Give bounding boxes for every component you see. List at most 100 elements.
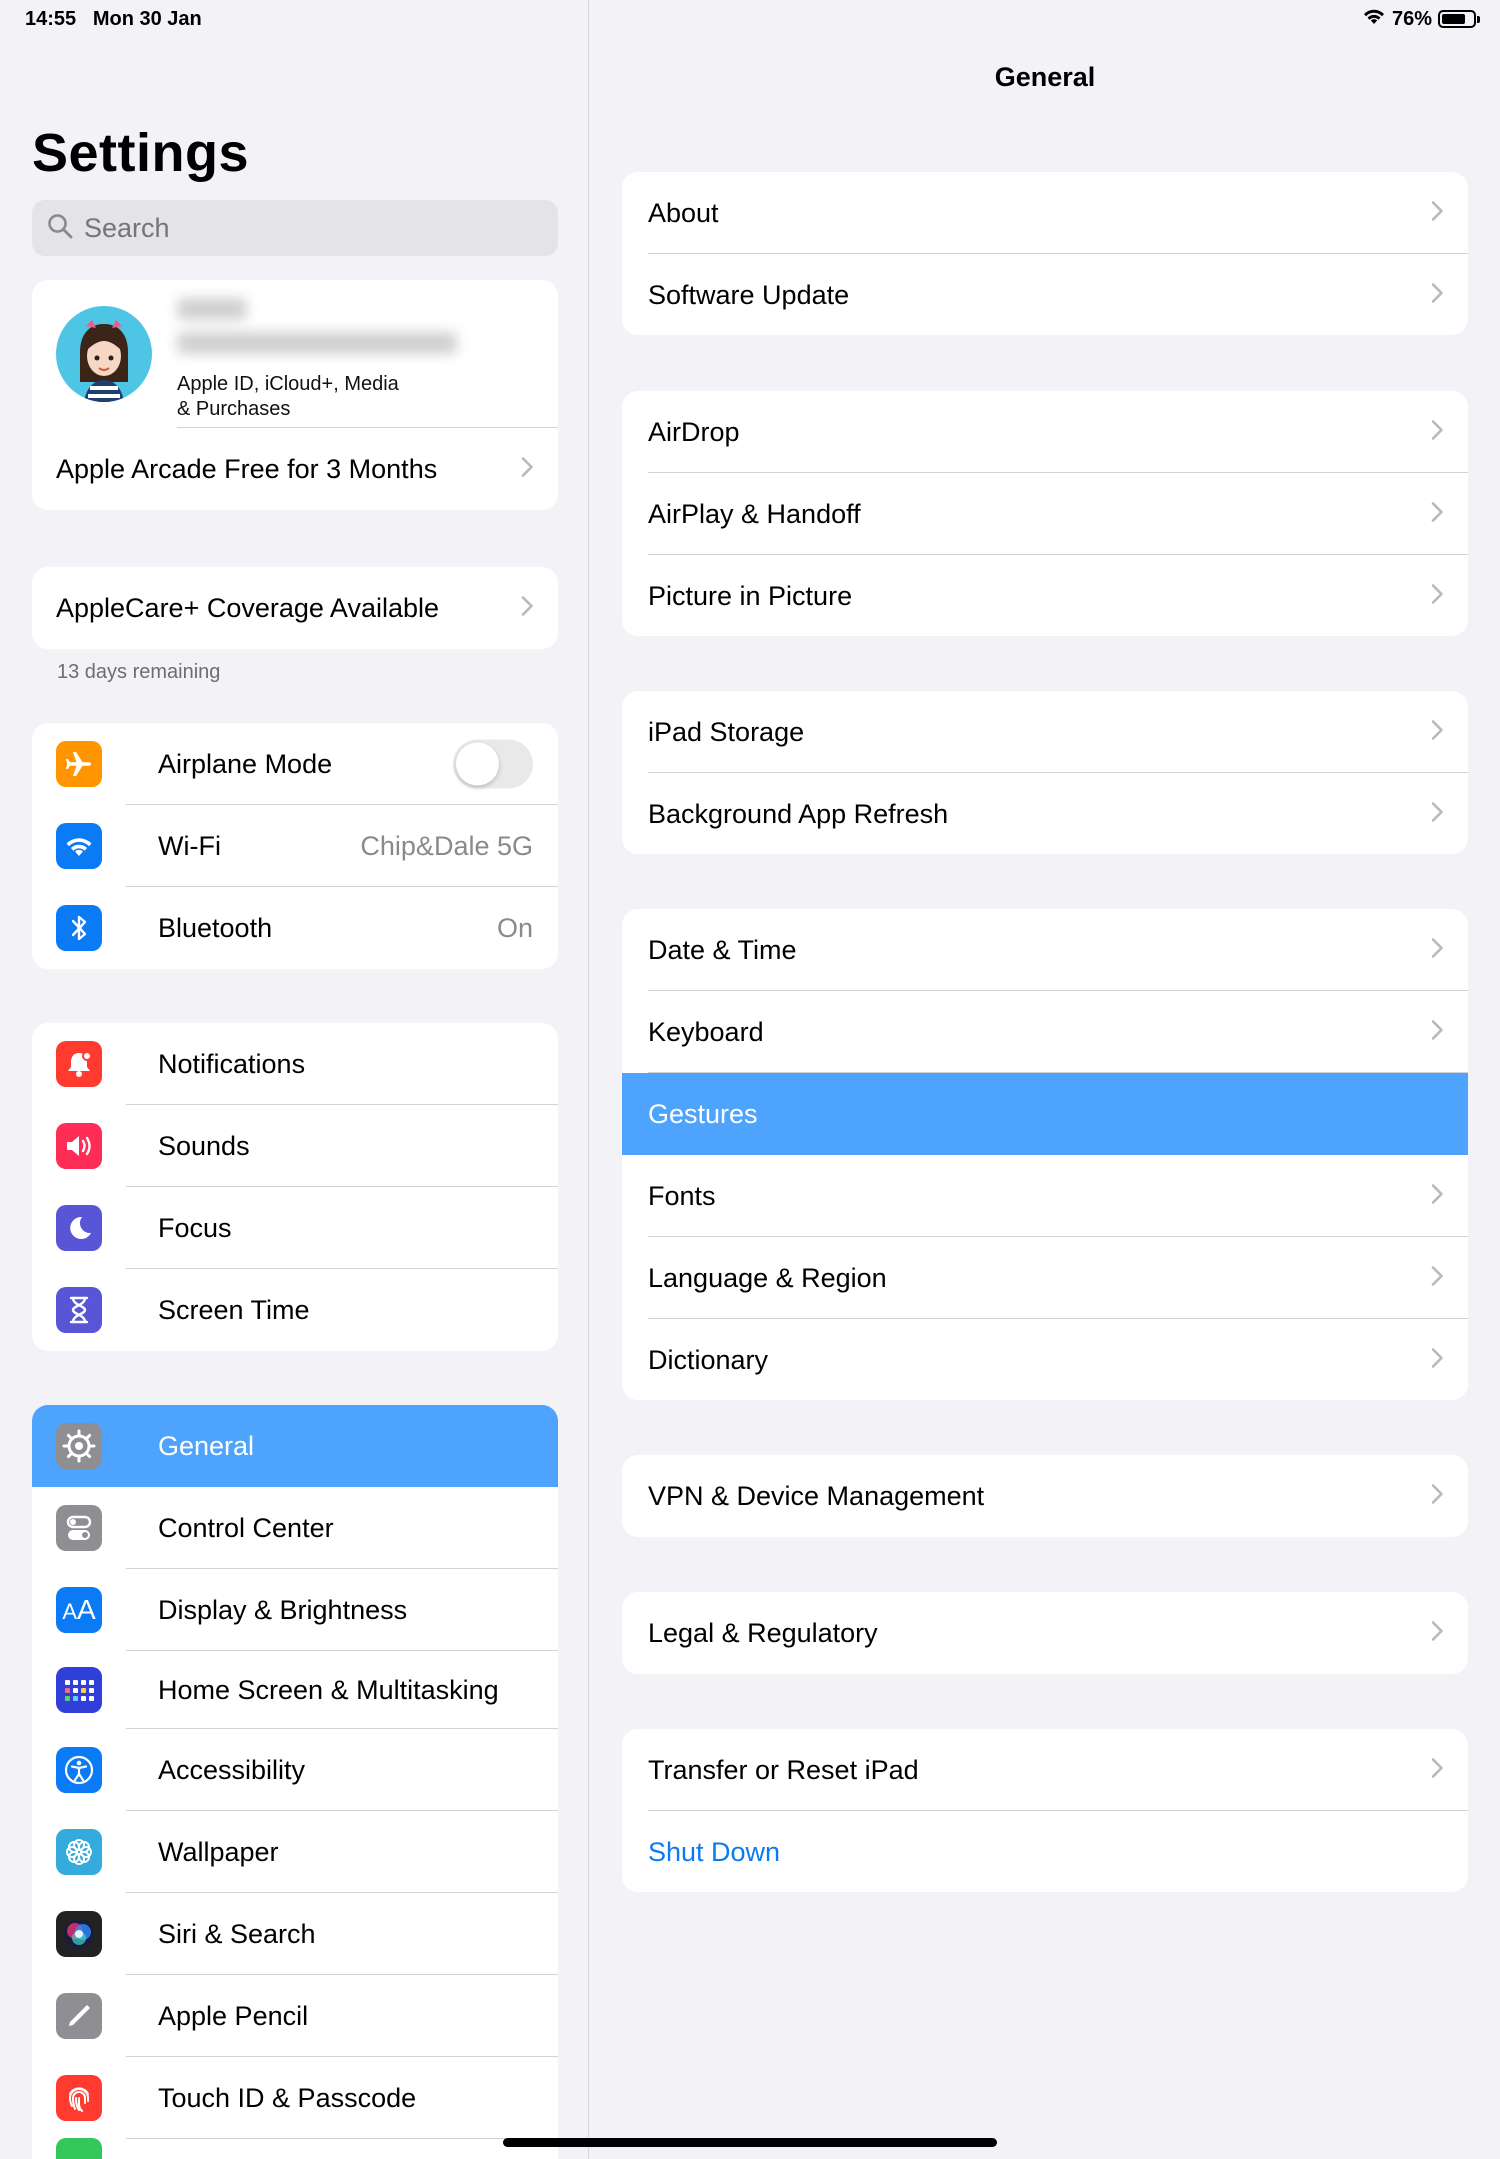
detail-item-dictionary[interactable]: Dictionary xyxy=(622,1319,1468,1400)
detail-item-background-app-refresh[interactable]: Background App Refresh xyxy=(622,773,1468,854)
airplane-mode-toggle[interactable] xyxy=(453,739,533,789)
sidebar-item-notifications[interactable]: Notifications xyxy=(32,1023,558,1105)
detail-item-label: AirPlay & Handoff xyxy=(648,498,861,529)
chevron-right-icon xyxy=(521,454,534,485)
sidebar-item-label: Sounds xyxy=(158,1130,250,1161)
detail-item-picture-in-picture[interactable]: Picture in Picture xyxy=(622,555,1468,636)
sidebar-item-label: Control Center xyxy=(158,1512,334,1543)
nav-title: General xyxy=(994,62,1096,92)
sidebar-item-label: Screen Time xyxy=(158,1294,310,1325)
clock: 14:55 xyxy=(25,8,77,30)
detail-item-airplay-handoff[interactable]: AirPlay & Handoff xyxy=(622,473,1468,555)
detail-item-airdrop[interactable]: AirDrop xyxy=(622,391,1468,473)
sidebar-item-wallpaper[interactable]: Wallpaper xyxy=(32,1811,558,1893)
sidebar-item-label: Display & Brightness xyxy=(158,1594,408,1625)
sidebar-item-label: Home Screen & Multitasking xyxy=(158,1674,499,1705)
partial-row-icon xyxy=(56,2138,102,2159)
sidebar-item-sounds[interactable]: Sounds xyxy=(32,1105,558,1187)
applecare-caption: 13 days remaining xyxy=(57,661,221,683)
search-bar[interactable] xyxy=(32,200,558,256)
gear-icon xyxy=(56,1423,102,1469)
connectivity-group: Airplane Mode Wi-Fi Chip&Dale 5G Bluetoo… xyxy=(32,723,558,969)
detail-item-legal-regulatory[interactable]: Legal & Regulatory xyxy=(622,1592,1468,1674)
bell-icon xyxy=(56,1041,102,1087)
detail-item-keyboard[interactable]: Keyboard xyxy=(622,991,1468,1073)
sidebar-item-label: Bluetooth xyxy=(158,912,273,943)
sidebar-item-screen-time[interactable]: Screen Time xyxy=(32,1269,558,1351)
shut-down-button[interactable]: Shut Down xyxy=(622,1811,1468,1892)
search-input[interactable] xyxy=(84,212,524,244)
status-right: 76% xyxy=(1362,7,1480,31)
battery-percent: 76% xyxy=(1391,7,1432,30)
settings-sidebar: Settings Apple ID, xyxy=(0,0,589,2159)
sidebar-item-label: Wallpaper xyxy=(158,1836,279,1867)
detail-item-vpn-device-management[interactable]: VPN & Device Management xyxy=(622,1455,1468,1537)
sidebar-item-accessibility[interactable]: Accessibility xyxy=(32,1729,558,1811)
detail-group-reset: Transfer or Reset iPad Shut Down xyxy=(622,1729,1468,1892)
sidebar-item-focus[interactable]: Focus xyxy=(32,1187,558,1269)
detail-item-label: Dictionary xyxy=(648,1344,769,1375)
chevron-right-icon xyxy=(1431,1263,1444,1294)
sidebar-item-wifi[interactable]: Wi-Fi Chip&Dale 5G xyxy=(32,805,558,887)
sidebar-item-label: Notifications xyxy=(158,1048,306,1079)
detail-group-sharing: AirDrop AirPlay & Handoff Picture in Pic… xyxy=(622,391,1468,636)
airplane-icon xyxy=(56,741,102,787)
apple-id-subtitle-line1: Apple ID, iCloud+, Media xyxy=(177,373,399,395)
sidebar-item-siri-search[interactable]: Siri & Search xyxy=(32,1893,558,1975)
grid-icon xyxy=(56,1667,102,1713)
detail-item-gestures[interactable]: Gestures xyxy=(622,1073,1468,1155)
sidebar-item-apple-pencil[interactable]: Apple Pencil xyxy=(32,1975,558,2057)
applecare-row[interactable]: AppleCare+ Coverage Available xyxy=(32,567,558,649)
chevron-right-icon xyxy=(1431,1618,1444,1649)
detail-item-language-region[interactable]: Language & Region xyxy=(622,1237,1468,1319)
battery-icon xyxy=(1438,10,1480,28)
search-icon xyxy=(46,212,74,245)
chevron-right-icon xyxy=(1431,1017,1444,1048)
detail-group-storage: iPad Storage Background App Refresh xyxy=(622,691,1468,854)
apple-arcade-offer[interactable]: Apple Arcade Free for 3 Months xyxy=(32,428,558,510)
sidebar-item-airplane-mode[interactable]: Airplane Mode xyxy=(32,723,558,805)
chevron-right-icon xyxy=(1431,799,1444,830)
apple-id-card: Apple ID, iCloud+, Media & Purchases App… xyxy=(32,280,558,510)
sidebar-item-general[interactable]: General xyxy=(32,1405,558,1487)
sidebar-item-label: Airplane Mode xyxy=(158,748,333,779)
apple-id-name-redacted xyxy=(177,298,467,368)
sidebar-item-bluetooth[interactable]: Bluetooth On xyxy=(32,887,558,969)
battery-level xyxy=(1442,14,1465,24)
chevron-right-icon xyxy=(1431,280,1444,311)
detail-item-label: About xyxy=(648,197,719,228)
general-detail-pane: General About Software Update AirDrop Ai… xyxy=(590,0,1500,2159)
chevron-right-icon xyxy=(1431,581,1444,612)
pencil-icon xyxy=(56,1993,102,2039)
detail-item-label: Picture in Picture xyxy=(648,580,853,611)
detail-item-date-time[interactable]: Date & Time xyxy=(622,909,1468,991)
wifi-signal-icon xyxy=(1362,7,1386,31)
sidebar-item-label: Apple Pencil xyxy=(158,2000,309,2031)
detail-item-label: Keyboard xyxy=(648,1016,764,1047)
date: Mon 30 Jan xyxy=(92,8,202,30)
sidebar-item-display-brightness[interactable]: AA Display & Brightness xyxy=(32,1569,558,1651)
chevron-right-icon xyxy=(521,593,534,624)
flower-icon xyxy=(56,1829,102,1875)
apple-id-subtitle-line2: & Purchases xyxy=(177,398,291,420)
chevron-right-icon xyxy=(1431,417,1444,448)
detail-item-software-update[interactable]: Software Update xyxy=(622,254,1468,335)
sidebar-item-control-center[interactable]: Control Center xyxy=(32,1487,558,1569)
detail-item-label: iPad Storage xyxy=(648,716,805,747)
wifi-network-value: Chip&Dale 5G xyxy=(360,830,533,861)
home-indicator[interactable] xyxy=(503,2138,997,2147)
detail-item-transfer-reset[interactable]: Transfer or Reset iPad xyxy=(622,1729,1468,1811)
detail-item-label: Transfer or Reset iPad xyxy=(648,1754,919,1785)
apple-id-subtitle: Apple ID, iCloud+, Media & Purchases xyxy=(177,372,399,422)
fingerprint-icon xyxy=(56,2075,102,2121)
chevron-right-icon xyxy=(1431,198,1444,229)
apple-id-row[interactable]: Apple ID, iCloud+, Media & Purchases xyxy=(32,280,558,428)
speaker-icon xyxy=(56,1123,102,1169)
detail-item-fonts[interactable]: Fonts xyxy=(622,1155,1468,1237)
detail-item-ipad-storage[interactable]: iPad Storage xyxy=(622,691,1468,773)
sidebar-item-touch-id[interactable]: Touch ID & Passcode xyxy=(32,2057,558,2139)
bluetooth-icon xyxy=(56,905,102,951)
detail-item-label: Date & Time xyxy=(648,934,797,965)
sidebar-item-home-screen[interactable]: Home Screen & Multitasking xyxy=(32,1651,558,1729)
detail-item-about[interactable]: About xyxy=(622,172,1468,254)
